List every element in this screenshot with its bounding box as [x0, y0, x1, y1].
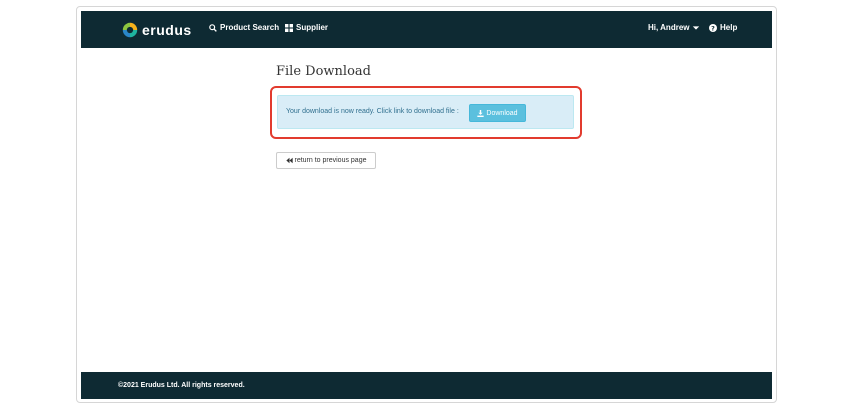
download-icon: [477, 109, 485, 117]
download-alert: Your download is now ready. Click link t…: [277, 95, 574, 129]
brand-logo[interactable]: erudus: [121, 20, 192, 40]
search-icon: [209, 23, 217, 32]
nav-help[interactable]: ? Help: [709, 23, 737, 32]
page-title: File Download: [276, 64, 371, 79]
erudus-logo-icon: [122, 22, 138, 38]
caret-down-icon: [693, 25, 700, 30]
brand-name: erudus: [142, 22, 192, 38]
return-previous-button[interactable]: return to previous page: [276, 152, 376, 169]
return-previous-label: return to previous page: [294, 157, 367, 164]
footer-copyright: ©2021 Erudus Ltd. All rights reserved.: [118, 382, 245, 389]
footer: ©2021 Erudus Ltd. All rights reserved.: [81, 372, 772, 399]
backward-icon: [285, 157, 293, 164]
nav-supplier-label: Supplier: [296, 23, 329, 32]
question-circle-icon: ?: [709, 23, 717, 32]
nav-supplier[interactable]: Supplier: [285, 23, 328, 32]
top-navbar: erudus Product Search Supplier Hi, Andre…: [81, 11, 772, 48]
download-button-label: Download: [486, 109, 518, 117]
browser-frame: [76, 6, 777, 403]
download-alert-text: Your download is now ready. Click link t…: [286, 108, 459, 115]
download-button[interactable]: Download: [469, 104, 526, 122]
nav-product-search[interactable]: Product Search: [209, 23, 279, 32]
user-menu[interactable]: Hi, Andrew: [648, 23, 700, 32]
nav-product-search-label: Product Search: [220, 23, 280, 32]
grid-icon: [285, 23, 293, 32]
nav-help-label: Help: [720, 23, 738, 32]
svg-text:?: ?: [711, 24, 715, 32]
user-menu-label: Hi, Andrew: [648, 23, 690, 32]
